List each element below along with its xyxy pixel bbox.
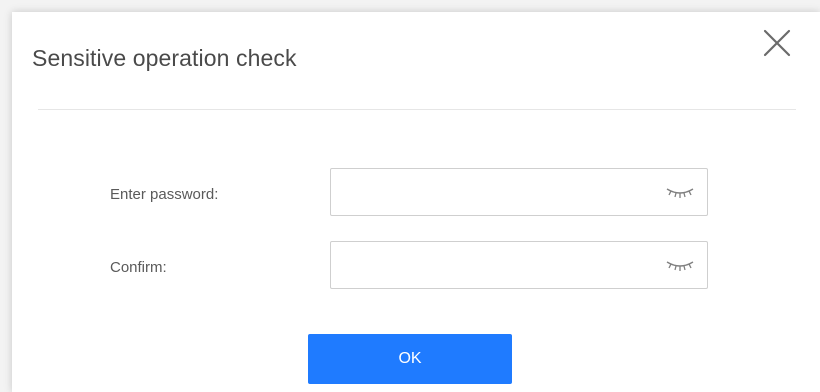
close-button[interactable] [760,26,794,60]
confirm-label: Confirm: [110,259,167,276]
password-input[interactable] [331,169,651,215]
password-field-container [330,168,708,216]
eye-closed-icon [666,261,694,271]
toggle-password-visibility-button[interactable] [665,181,695,203]
ok-button[interactable]: OK [308,334,512,384]
title-divider [38,109,796,110]
password-label: Enter password: [110,186,219,203]
confirm-password-input[interactable] [331,242,651,288]
dialog-title: Sensitive operation check [32,45,297,71]
close-icon [763,29,791,57]
sensitive-operation-dialog: Sensitive operation check Enter password… [12,12,820,392]
confirm-field-container [330,241,708,289]
toggle-confirm-visibility-button[interactable] [665,254,695,276]
eye-closed-icon [666,188,694,198]
